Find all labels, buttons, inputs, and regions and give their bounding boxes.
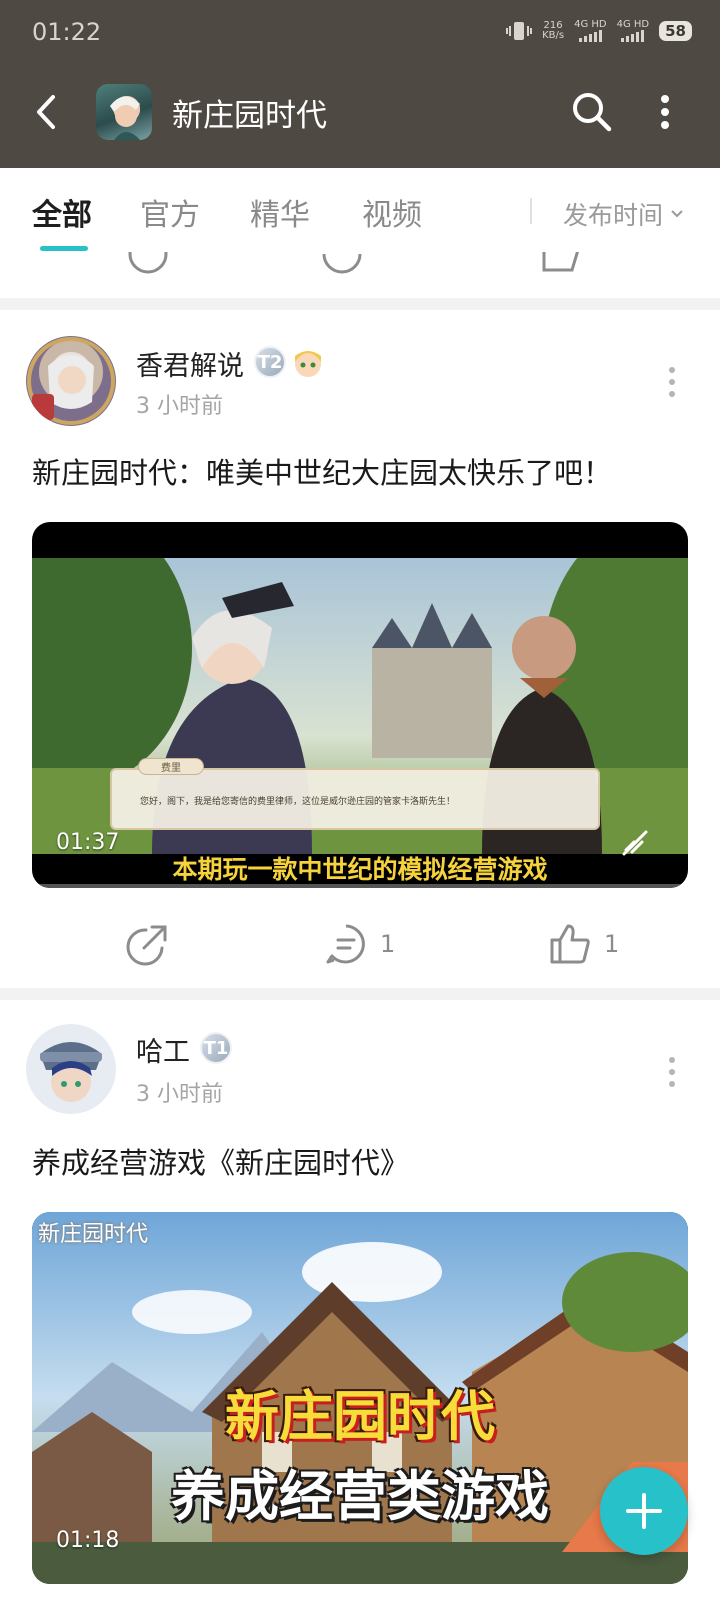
post-title[interactable]: 新庄园时代：唯美中世纪大庄园太快乐了吧！ bbox=[32, 450, 612, 492]
more-vertical-icon bbox=[669, 1057, 675, 1087]
more-vertical-icon bbox=[661, 95, 669, 129]
dialog-text: 您好，阁下，我是给您寄信的费里律师，这位是威尔逊庄园的管家卡洛斯先生！ bbox=[140, 797, 456, 807]
comment-icon bbox=[322, 253, 362, 274]
comment-button[interactable]: 1 bbox=[324, 922, 395, 966]
tab-all[interactable]: 全部 bbox=[32, 190, 92, 234]
page-title: 新庄园时代 bbox=[172, 98, 327, 134]
back-button[interactable] bbox=[26, 88, 66, 136]
video-caption: 本期玩一款中世纪的模拟经营游戏 bbox=[172, 855, 548, 884]
avatar[interactable] bbox=[26, 336, 116, 426]
net-speed: 216 KB/s bbox=[542, 20, 565, 41]
avatar-art bbox=[40, 1042, 102, 1102]
avatar[interactable] bbox=[26, 1024, 116, 1114]
create-post-button[interactable] bbox=[600, 1467, 688, 1555]
search-icon bbox=[573, 93, 612, 132]
comment-count: 1 bbox=[380, 930, 396, 958]
author-name[interactable]: 香君解说 bbox=[136, 344, 244, 383]
level-badge: T2 bbox=[254, 346, 286, 378]
top-bar: 01:22 216 KB/s 4G HD 4G HD 58 新庄园时代 bbox=[0, 0, 720, 168]
share-icon bbox=[126, 925, 167, 966]
app-icon[interactable] bbox=[96, 84, 152, 140]
video-player[interactable]: 费里 您好，阁下，我是给您寄信的费里律师，这位是威尔逊庄园的管家卡洛斯先生！ 0… bbox=[32, 522, 688, 888]
tab-official[interactable]: 官方 bbox=[140, 190, 200, 234]
post-more-button[interactable] bbox=[662, 362, 682, 402]
sim1-signal: 4G HD bbox=[574, 20, 607, 42]
share-icon bbox=[128, 252, 168, 274]
post-title[interactable]: 养成经营游戏《新庄园时代》 bbox=[32, 1140, 409, 1182]
mute-icon[interactable] bbox=[620, 828, 650, 858]
vibrate-icon bbox=[506, 22, 533, 40]
previous-post-actions bbox=[0, 252, 720, 274]
tab-featured[interactable]: 精华 bbox=[250, 190, 310, 234]
battery-indicator: 58 bbox=[659, 21, 692, 41]
chevron-down-icon bbox=[671, 210, 683, 218]
video-duration: 01:18 bbox=[56, 1528, 120, 1553]
sort-label: 发布时间 bbox=[563, 201, 664, 230]
more-vertical-icon bbox=[669, 367, 675, 397]
like-icon bbox=[542, 252, 579, 272]
like-count: 1 bbox=[604, 930, 620, 958]
tab-video[interactable]: 视频 bbox=[362, 190, 422, 234]
section-divider bbox=[0, 298, 720, 310]
sim2-signal: 4G HD bbox=[617, 20, 649, 42]
status-time: 01:22 bbox=[32, 18, 102, 46]
signal-bars-icon bbox=[578, 30, 602, 42]
like-button[interactable]: 1 bbox=[548, 922, 619, 966]
status-icons: 216 KB/s 4G HD 4G HD 58 bbox=[506, 20, 692, 42]
plus-icon bbox=[626, 1493, 662, 1529]
cover-headline: 新庄园时代 bbox=[225, 1384, 495, 1448]
cover-logo: 新庄园时代 bbox=[38, 1222, 149, 1247]
post-time: 3 小时前 bbox=[136, 1082, 223, 1107]
tab-divider bbox=[530, 198, 532, 224]
author-name[interactable]: 哈工 bbox=[136, 1030, 190, 1069]
filter-tabs: 全部 官方 精华 视频 发布时间 bbox=[0, 168, 720, 252]
more-options-button[interactable] bbox=[650, 88, 680, 136]
post-time: 3 小时前 bbox=[136, 394, 223, 419]
search-button[interactable] bbox=[568, 88, 616, 136]
video-progress-track bbox=[32, 884, 688, 888]
video-player[interactable]: 新庄园时代 新庄园时代 养成经营类游戏 01:18 bbox=[32, 1212, 688, 1584]
section-divider bbox=[0, 988, 720, 1000]
active-tab-indicator bbox=[40, 246, 88, 251]
comment-icon bbox=[326, 924, 365, 964]
like-icon bbox=[550, 924, 590, 964]
dialog-box: 费里 您好，阁下，我是给您寄信的费里律师，这位是威尔逊庄园的管家卡洛斯先生！ bbox=[110, 758, 600, 830]
chevron-left-icon bbox=[37, 95, 55, 129]
avatar-art bbox=[27, 337, 115, 425]
sort-dropdown[interactable]: 发布时间 bbox=[563, 196, 685, 232]
post-more-button[interactable] bbox=[662, 1052, 682, 1092]
level-badge: T1 bbox=[200, 1032, 232, 1064]
share-button[interactable] bbox=[126, 922, 170, 966]
app-icon-art bbox=[110, 96, 140, 140]
cover-subheadline: 养成经营类游戏 bbox=[171, 1464, 549, 1528]
character-badge-icon bbox=[295, 351, 321, 377]
dialog-speaker: 费里 bbox=[138, 758, 204, 775]
signal-bars-icon bbox=[621, 30, 645, 42]
